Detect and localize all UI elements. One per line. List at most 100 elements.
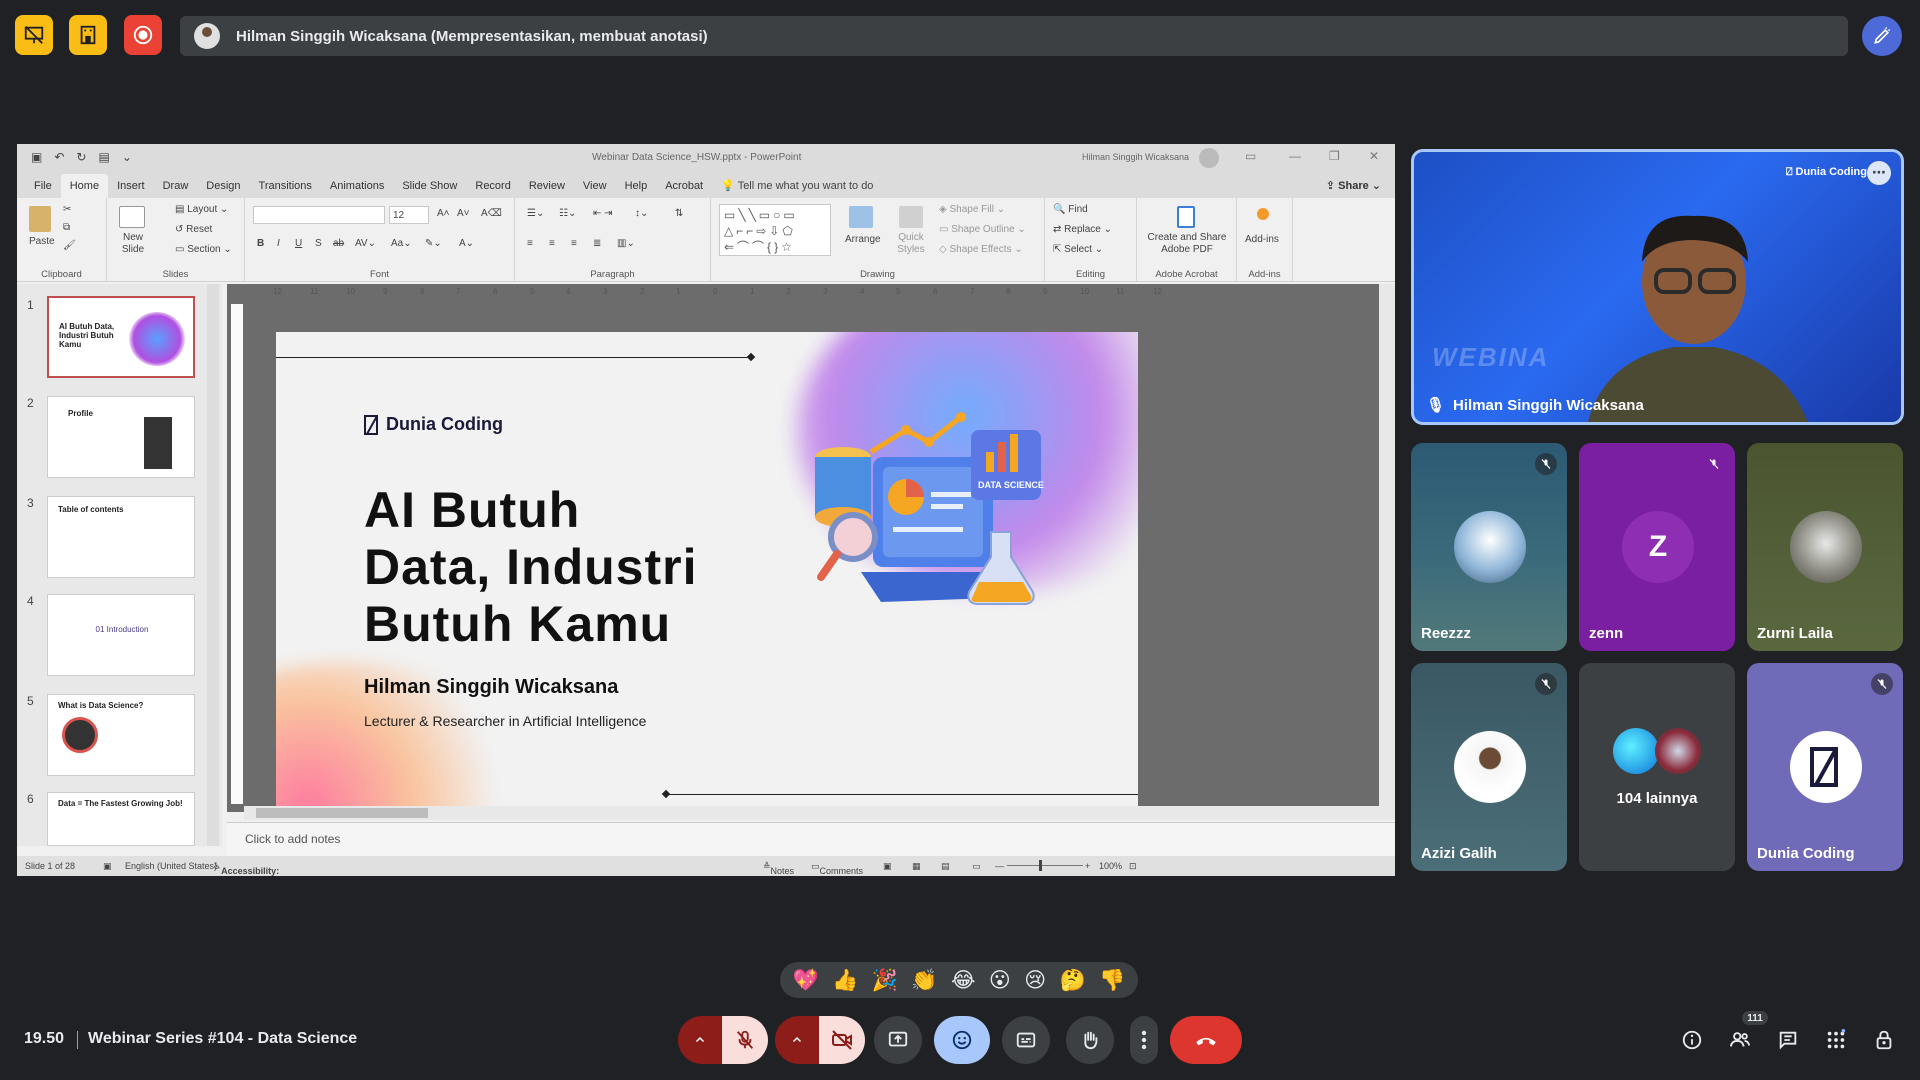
shapes-gallery[interactable]: ▭╲╲▭○▭ △⌐⌐⇨⇩⬠ ⇐⌒⌒{}☆	[719, 204, 831, 256]
presentation-off-button[interactable]	[15, 15, 53, 55]
create-share-pdf-label[interactable]: Create and Share Adobe PDF	[1141, 232, 1233, 256]
more-participants-tile[interactable]: 104 lainnya	[1579, 663, 1735, 871]
minimize-icon[interactable]: —	[1289, 149, 1301, 163]
cut-icon[interactable]: ✂	[63, 204, 71, 215]
shadow-icon[interactable]: S	[315, 238, 322, 249]
tell-me-search[interactable]: 💡 Tell me what you want to do	[712, 179, 882, 198]
horizontal-scrollbar[interactable]	[244, 806, 1395, 820]
find-button[interactable]: 🔍 Find	[1053, 204, 1088, 215]
slide-thumbnail[interactable]: Table of contents	[47, 496, 195, 578]
font-color-icon[interactable]: A⌄	[459, 238, 474, 249]
participant-tile[interactable]: Reezzz	[1411, 443, 1567, 651]
zoom-level[interactable]: 100%	[1099, 861, 1122, 871]
tab-help[interactable]: Help	[616, 180, 657, 198]
meeting-info-button[interactable]	[1680, 1028, 1704, 1052]
shape-outline-button[interactable]: ▭ Shape Outline ⌄	[939, 224, 1026, 235]
participant-tile[interactable]: Azizi Galih	[1411, 663, 1567, 871]
tab-animations[interactable]: Animations	[321, 180, 393, 198]
chat-button[interactable]	[1776, 1028, 1800, 1052]
change-case-icon[interactable]: Aa⌄	[391, 238, 412, 249]
slideshow-icon[interactable]: ▭	[972, 861, 981, 872]
activities-button[interactable]	[1824, 1028, 1848, 1052]
shape-fill-button[interactable]: ◈ Shape Fill ⌄	[939, 204, 1005, 215]
accessibility-status[interactable]: ♿ Accessibility: Investigate	[213, 861, 279, 876]
copy-icon[interactable]: ⧉	[63, 222, 70, 233]
tab-view[interactable]: View	[574, 180, 616, 198]
comments-toggle[interactable]: ▭ Comments	[811, 861, 863, 876]
text-direction-icon[interactable]: ⇅	[675, 208, 683, 219]
strikethrough-icon[interactable]: ab	[333, 238, 344, 249]
share-button[interactable]: ⇪ Share ⌄	[1326, 179, 1381, 192]
align-right-icon[interactable]: ≡	[571, 238, 577, 249]
fit-slide-icon[interactable]: ⊡	[1129, 861, 1137, 872]
tab-insert[interactable]: Insert	[108, 180, 154, 198]
undo-icon[interactable]: ↶	[54, 150, 64, 164]
format-painter-icon[interactable]: 🖌	[63, 240, 76, 251]
tile-more-options-button[interactable]: ⋯	[1867, 161, 1891, 185]
building-button[interactable]	[69, 15, 107, 55]
new-slide-label[interactable]: New Slide	[113, 232, 153, 256]
clear-format-icon[interactable]: A⌫	[481, 208, 502, 219]
zoom-in-icon[interactable]: +	[1085, 861, 1090, 871]
vertical-scrollbar[interactable]	[1379, 284, 1395, 806]
reading-view-icon[interactable]: ▤	[941, 861, 950, 872]
slide-thumbnail[interactable]: Data = The Fastest Growing Job!	[47, 792, 195, 846]
zoom-thumb[interactable]	[1039, 860, 1042, 871]
spellcheck-icon[interactable]: ▣	[103, 861, 112, 872]
slide-thumbnail[interactable]: What is Data Science?	[47, 694, 195, 776]
paste-icon[interactable]	[29, 206, 51, 232]
reaction-thinking[interactable]: 🤔	[1060, 970, 1086, 991]
ppt-user-avatar[interactable]	[1199, 148, 1219, 168]
record-button[interactable]	[124, 15, 162, 55]
quick-styles-label[interactable]: Quick Styles	[893, 232, 929, 256]
font-size-box[interactable]: 12	[389, 206, 429, 224]
annotate-button[interactable]	[1862, 16, 1902, 56]
participant-tile[interactable]: Dunia Coding	[1747, 663, 1903, 871]
reaction-sad[interactable]: 😢	[1024, 970, 1046, 991]
char-spacing-icon[interactable]: AV⌄	[355, 238, 376, 249]
layout-button[interactable]: ▤ Layout ⌄	[175, 204, 228, 215]
normal-view-icon[interactable]: ▣	[883, 861, 892, 872]
align-center-icon[interactable]: ≡	[549, 238, 555, 249]
grow-font-icon[interactable]: A˄	[437, 208, 450, 219]
highlight-icon[interactable]: ✎⌄	[425, 238, 442, 249]
thumbnails-scrollbar[interactable]	[207, 284, 219, 846]
addins-icon[interactable]	[1257, 208, 1269, 220]
tab-review[interactable]: Review	[520, 180, 574, 198]
close-icon[interactable]: ✕	[1369, 149, 1379, 163]
reaction-party[interactable]: 🎉	[872, 970, 898, 991]
participant-tile[interactable]: Z zenn	[1579, 443, 1735, 651]
align-left-icon[interactable]: ≡	[527, 238, 533, 249]
tab-acrobat[interactable]: Acrobat	[656, 180, 712, 198]
arrange-icon[interactable]	[849, 206, 873, 228]
raise-hand-button[interactable]	[1066, 1016, 1114, 1064]
reaction-clap[interactable]: 👏	[911, 970, 937, 991]
reaction-heart[interactable]: 💖	[793, 970, 819, 991]
present-button[interactable]	[874, 1016, 922, 1064]
quick-styles-icon[interactable]	[899, 206, 923, 228]
ribbon-display-icon[interactable]: ▭	[1245, 149, 1256, 163]
redo-icon[interactable]: ↻	[76, 150, 86, 164]
slide-thumbnail[interactable]: AI Butuh Data, Industri Butuh Kamu	[47, 296, 195, 378]
emoji-reactions-button[interactable]	[934, 1016, 990, 1064]
people-button[interactable]	[1728, 1028, 1752, 1052]
arrange-label[interactable]: Arrange	[845, 234, 881, 245]
mic-options-button[interactable]	[678, 1016, 722, 1064]
slide-thumbnail[interactable]: 01 Introduction	[47, 594, 195, 676]
reset-button[interactable]: ↺ Reset	[175, 224, 212, 235]
justify-icon[interactable]: ≣	[593, 238, 601, 249]
slide-thumbnail[interactable]: Profile	[47, 396, 195, 478]
reaction-surprised[interactable]: 😮	[989, 970, 1011, 991]
speaker-video-tile[interactable]: WEBINA ⍁ Dunia Coding ⋯ 🎙 Hilman Singgih…	[1411, 149, 1904, 425]
underline-icon[interactable]: U	[295, 238, 302, 249]
font-name-box[interactable]	[253, 206, 385, 224]
host-controls-button[interactable]	[1872, 1028, 1896, 1052]
reaction-thumbs-up[interactable]: 👍	[832, 970, 858, 991]
indent-icon[interactable]: ⇤ ⇥	[593, 208, 613, 219]
reaction-thumbs-down[interactable]: 👎	[1099, 970, 1125, 991]
zoom-slider[interactable]	[1007, 865, 1083, 866]
tab-file[interactable]: File	[25, 180, 61, 198]
present-from-start-icon[interactable]: ▤	[98, 150, 109, 164]
reaction-laugh[interactable]: 😂	[951, 970, 976, 991]
scrollbar-thumb[interactable]	[256, 808, 428, 818]
